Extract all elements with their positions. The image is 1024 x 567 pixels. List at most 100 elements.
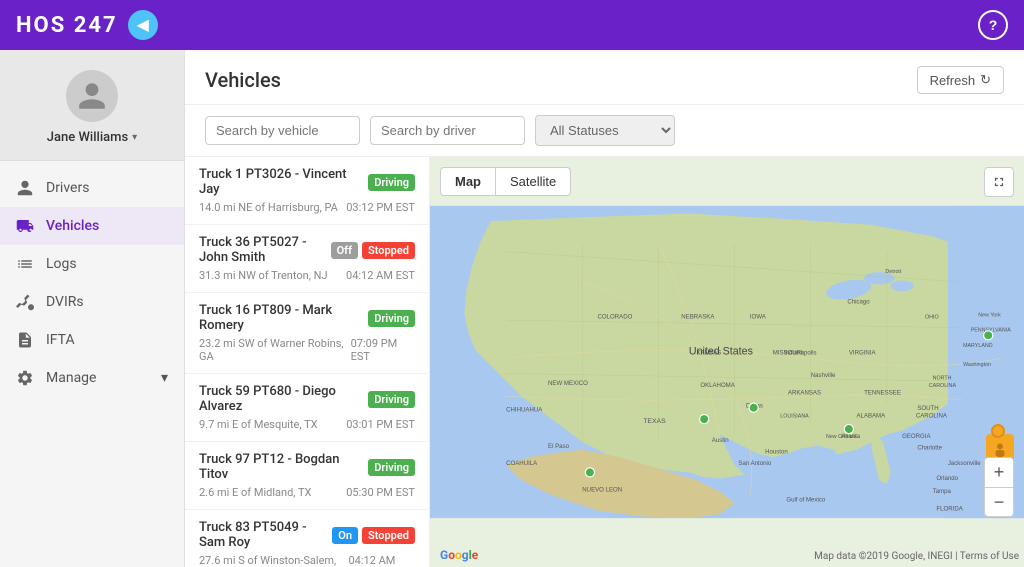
svg-text:Jacksonville: Jacksonville xyxy=(948,460,981,467)
svg-text:United States: United States xyxy=(689,345,753,357)
wrench-icon xyxy=(16,293,34,311)
svg-text:Washington: Washington xyxy=(963,362,991,368)
status-badge: Off xyxy=(331,242,358,259)
svg-text:Austin: Austin xyxy=(712,437,729,444)
refresh-button[interactable]: Refresh ↻ xyxy=(917,66,1004,94)
status-badge: Stopped xyxy=(362,242,415,259)
svg-text:MARYLAND: MARYLAND xyxy=(963,343,993,349)
list-item[interactable]: Truck 59 PT680 - Diego Alvarez Driving 9… xyxy=(185,374,429,442)
map-tab-satellite[interactable]: Satellite xyxy=(495,167,571,196)
svg-text:COAHUILA: COAHUILA xyxy=(506,460,538,467)
svg-text:VIRGINIA: VIRGINIA xyxy=(849,349,877,356)
svg-text:FLORIDA: FLORIDA xyxy=(936,506,963,513)
zoom-in-button[interactable]: + xyxy=(984,457,1014,487)
list-item[interactable]: Truck 16 PT809 - Mark Romery Driving 23.… xyxy=(185,293,429,374)
svg-text:OHIO: OHIO xyxy=(925,315,939,321)
list-item[interactable]: Truck 1 PT3026 - Vincent Jay Driving 14.… xyxy=(185,157,429,225)
svg-text:CAROLINA: CAROLINA xyxy=(916,413,948,420)
map-attribution: Map data ©2019 Google, INEGI | Terms of … xyxy=(814,551,1019,562)
svg-text:CAROLINA: CAROLINA xyxy=(929,383,957,389)
list-item[interactable]: Truck 83 PT5049 - Sam Roy On Stopped 27.… xyxy=(185,510,429,567)
svg-text:IOWA: IOWA xyxy=(750,314,767,321)
svg-text:Gulf of Mexico: Gulf of Mexico xyxy=(786,496,825,503)
manage-label: Manage xyxy=(46,370,96,386)
svg-text:Atlanta: Atlanta xyxy=(841,433,861,440)
status-badge: Driving xyxy=(368,310,415,327)
content-area: Vehicles Refresh ↻ All Statuses Driving … xyxy=(185,50,1024,567)
search-vehicle-input[interactable] xyxy=(205,116,360,145)
svg-text:COLORADO: COLORADO xyxy=(598,314,633,321)
document-icon xyxy=(16,331,34,349)
status-badge: Driving xyxy=(368,459,415,476)
user-name-button[interactable]: Jane Williams ▾ xyxy=(47,130,137,145)
map-tab-controls: Map Satellite xyxy=(440,167,571,196)
vehicles-label: Vehicles xyxy=(46,218,99,234)
avatar xyxy=(66,70,118,122)
svg-text:ARKANSAS: ARKANSAS xyxy=(788,390,821,397)
svg-text:NEBRASKA: NEBRASKA xyxy=(681,314,715,321)
back-button[interactable]: ◀ xyxy=(128,10,158,40)
help-button[interactable]: ? xyxy=(978,10,1008,40)
sidebar-item-ifta[interactable]: IFTA xyxy=(0,321,184,359)
zoom-out-button[interactable]: − xyxy=(984,487,1014,517)
fullscreen-icon xyxy=(992,175,1006,189)
top-header: HOS 247 ◀ ? xyxy=(0,0,1024,50)
status-badge: On xyxy=(332,527,358,544)
svg-text:Chicago: Chicago xyxy=(847,298,870,305)
svg-text:ALABAMA: ALABAMA xyxy=(856,413,886,420)
chevron-down-icon: ▾ xyxy=(132,132,137,143)
sidebar-item-dvirs[interactable]: DVIRs xyxy=(0,283,184,321)
gear-icon xyxy=(16,369,34,387)
list-item[interactable]: Truck 36 PT5027 - John Smith Off Stopped… xyxy=(185,225,429,293)
avatar-icon xyxy=(76,80,108,112)
logs-label: Logs xyxy=(46,256,77,272)
svg-text:San Antonio: San Antonio xyxy=(738,460,771,467)
svg-text:El Paso: El Paso xyxy=(548,443,570,450)
ifta-label: IFTA xyxy=(46,332,75,348)
svg-text:Tampa: Tampa xyxy=(933,488,952,495)
header-left: HOS 247 ◀ xyxy=(16,10,158,40)
status-filter-select[interactable]: All Statuses Driving Stopped Off Duty xyxy=(535,115,675,146)
page-title: Vehicles xyxy=(205,68,281,92)
svg-text:Charlotte: Charlotte xyxy=(917,445,942,452)
search-driver-input[interactable] xyxy=(370,116,525,145)
google-logo: Google xyxy=(440,548,478,562)
sidebar-item-vehicles[interactable]: Vehicles xyxy=(0,207,184,245)
svg-text:NUEVO LEON: NUEVO LEON xyxy=(582,486,622,493)
filters-bar: All Statuses Driving Stopped Off Duty xyxy=(185,105,1024,157)
sidebar-item-drivers[interactable]: Drivers xyxy=(0,169,184,207)
map-tab-map[interactable]: Map xyxy=(440,167,495,196)
drivers-label: Drivers xyxy=(46,180,89,196)
svg-text:SOUTH: SOUTH xyxy=(917,405,938,412)
user-section: Jane Williams ▾ xyxy=(0,50,184,161)
list-icon xyxy=(16,255,34,273)
svg-text:GEORGIA: GEORGIA xyxy=(902,433,931,440)
zoom-controls: + − xyxy=(984,457,1014,517)
vehicle-map-area: Truck 1 PT3026 - Vincent Jay Driving 14.… xyxy=(185,157,1024,567)
sidebar: Jane Williams ▾ Drivers Vehicles xyxy=(0,50,185,567)
sidebar-item-logs[interactable]: Logs xyxy=(0,245,184,283)
map-fullscreen-button[interactable] xyxy=(984,167,1014,197)
person-icon xyxy=(16,179,34,197)
svg-text:Houston: Houston xyxy=(765,448,788,455)
content-header: Vehicles Refresh ↻ xyxy=(185,50,1024,105)
svg-text:TEXAS: TEXAS xyxy=(643,418,666,425)
svg-text:Detroit: Detroit xyxy=(885,269,901,275)
svg-text:OKLAHOMA: OKLAHOMA xyxy=(700,382,735,389)
nav-items: Drivers Vehicles Logs DVIRs xyxy=(0,161,184,405)
sidebar-item-manage[interactable]: Manage ▾ xyxy=(0,359,184,397)
svg-text:Orlando: Orlando xyxy=(936,475,958,482)
status-badge: Driving xyxy=(368,174,415,191)
map-background: Chicago Detroit OHIO PENNSYLVANIA New Yo… xyxy=(430,157,1024,567)
svg-text:New York: New York xyxy=(978,312,1001,318)
list-item[interactable]: Truck 97 PT12 - Bogdan Titov Driving 2.6… xyxy=(185,442,429,510)
map-area: Chicago Detroit OHIO PENNSYLVANIA New Yo… xyxy=(430,157,1024,567)
status-badge: Driving xyxy=(368,391,415,408)
refresh-icon: ↻ xyxy=(980,72,991,88)
svg-text:Nashville: Nashville xyxy=(811,372,836,379)
manage-expand-icon: ▾ xyxy=(161,370,168,386)
svg-text:TENNESSEE: TENNESSEE xyxy=(864,390,901,397)
dvirs-label: DVIRs xyxy=(46,294,84,310)
status-badge: Stopped xyxy=(362,527,415,544)
svg-text:LOUISIANA: LOUISIANA xyxy=(780,414,809,420)
